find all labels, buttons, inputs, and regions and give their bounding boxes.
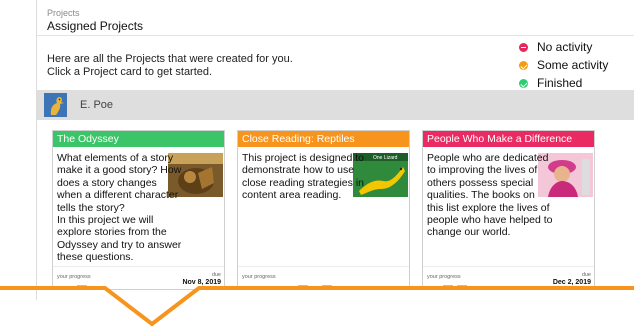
description-line: Odyssey and try to answer (57, 238, 182, 251)
avatar (44, 93, 67, 117)
intro-text: Here are all the Projects that were crea… (47, 53, 293, 79)
card-footer: your progress due Nov 8, 2019 (53, 266, 224, 289)
due-date: Nov 8, 2019 (182, 279, 221, 286)
project-card-people-who-make-a-difference[interactable]: People Who Make a Difference People who … (422, 130, 595, 290)
description-line: qualities. The books on (427, 189, 535, 202)
svg-text:One Lizard: One Lizard (373, 155, 398, 161)
description-line: explore stories from the (57, 226, 167, 239)
header-divider (37, 35, 634, 36)
description-line: make it a good story? How (57, 164, 182, 177)
description-line: What elements of a story (57, 152, 174, 164)
description-line: demonstrate how to use (242, 164, 355, 177)
intro-line-2: Click a Project card to get started. (47, 66, 213, 78)
description-line: tells the story? (57, 201, 125, 214)
project-card-the-odyssey[interactable]: The Odyssey What elements of a story mak… (52, 130, 225, 290)
card-title: The Odyssey (53, 131, 224, 147)
description-line: when a different character (57, 189, 179, 202)
card-description: People who are dedicated to improving th… (427, 152, 553, 239)
card-description: This project is designed to demonstrate … (242, 152, 364, 202)
progress-bar (77, 285, 87, 289)
card-description: What elements of a story make it a good … (57, 152, 181, 264)
description-line: these questions. (57, 251, 134, 264)
card-footer: your progress (238, 266, 409, 289)
projects-panel: Projects Assigned Projects Here are all … (36, 0, 634, 300)
progress-bar (322, 285, 332, 289)
progress-label: your progress (427, 274, 461, 280)
legend-label: No activity (537, 40, 593, 54)
description-line: People who are dedicated (427, 152, 549, 164)
activity-legend: No activity Some activity Finished (519, 38, 608, 92)
due-label: due (581, 272, 591, 278)
student-bar: E. Poe (37, 90, 634, 120)
description-line: to improving the lives of (427, 164, 538, 177)
legend-item-some-activity: Some activity (519, 56, 608, 74)
check-circle-icon (519, 60, 528, 70)
progress-label: your progress (57, 274, 91, 280)
breadcrumb[interactable]: Projects (47, 8, 143, 19)
card-title: People Who Make a Difference (423, 131, 594, 147)
x-circle-icon (519, 42, 528, 52)
card-footer: your progress due Dec 2, 2019 (423, 266, 594, 289)
page-title: Assigned Projects (47, 19, 144, 33)
legend-label: Finished (537, 76, 583, 90)
legend-item-no-activity: No activity (519, 38, 608, 56)
progress-bar (457, 285, 467, 289)
due-date: Dec 2, 2019 (552, 279, 591, 286)
description-line: others possess special (427, 176, 534, 189)
description-line: this list explore the lives of (427, 201, 550, 214)
description-line: people who have helped to (427, 214, 553, 227)
project-card-close-reading-reptiles[interactable]: Close Reading: Reptiles One Lizard This … (237, 130, 410, 290)
description-line: This project is designed to (242, 152, 364, 164)
legend-label: Some activity (537, 58, 609, 72)
check-circle-icon (519, 78, 528, 88)
due-label: due (211, 272, 221, 278)
description-line: does a story changes (57, 176, 157, 189)
progress-bar (443, 285, 453, 289)
student-name: E. Poe (80, 99, 114, 111)
description-line: content area reading. (242, 189, 342, 202)
progress-label: your progress (242, 274, 276, 280)
progress-bar (298, 285, 308, 289)
description-line: close reading strategies in (242, 176, 364, 189)
card-title: Close Reading: Reptiles (238, 131, 409, 147)
intro-line-1: Here are all the Projects that were crea… (47, 53, 293, 65)
description-line: In this project we will (57, 214, 154, 227)
description-line: change our world. (427, 226, 511, 239)
page-header: Projects Assigned Projects (47, 8, 143, 34)
